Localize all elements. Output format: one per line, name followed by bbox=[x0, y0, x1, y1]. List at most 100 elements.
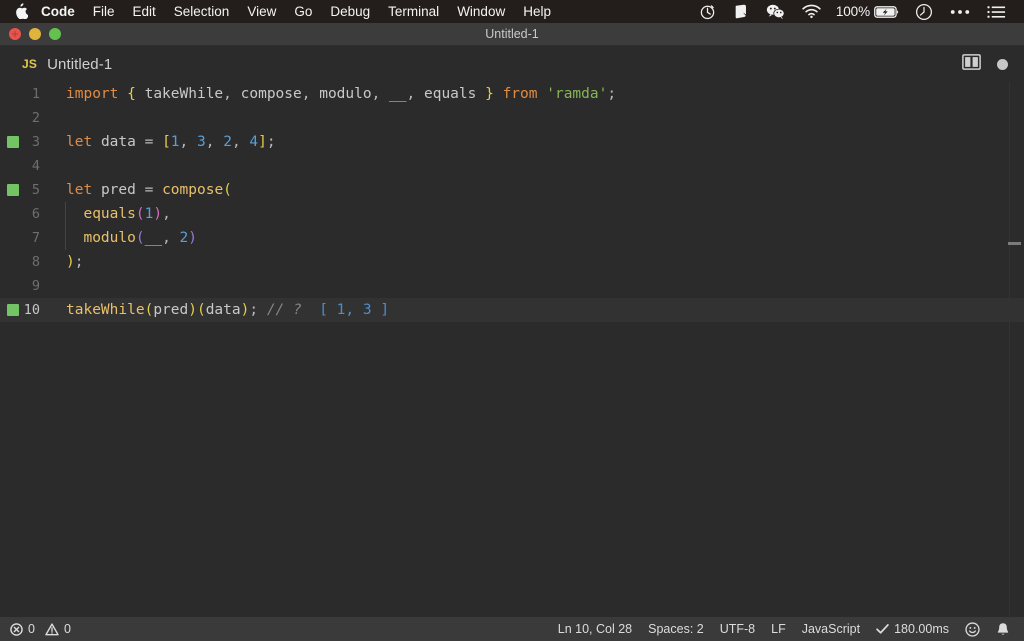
macos-menu-bar: Code File Edit Selection View Go Debug Terminal… bbox=[0, 0, 1024, 23]
editor-actions bbox=[962, 53, 1024, 75]
run-time-status[interactable]: 180.00ms bbox=[868, 617, 957, 641]
tab-untitled-1[interactable]: JS Untitled-1 bbox=[22, 46, 112, 82]
warning-triangle-icon bbox=[45, 622, 59, 636]
code-token: data bbox=[205, 302, 241, 318]
split-editor-icon[interactable] bbox=[962, 53, 981, 75]
shape-icon[interactable] bbox=[725, 0, 757, 23]
problems-status[interactable]: 0 0 bbox=[2, 617, 79, 641]
menu-item-terminal[interactable]: Terminal bbox=[379, 2, 448, 21]
menu-item-selection[interactable]: Selection bbox=[165, 2, 239, 21]
code-token: 1 bbox=[170, 134, 180, 150]
line-number: 1 bbox=[31, 86, 40, 102]
code-token: ( bbox=[223, 182, 232, 198]
feedback-button[interactable] bbox=[957, 617, 988, 641]
timer-icon[interactable] bbox=[691, 0, 724, 23]
language-mode-status[interactable]: JavaScript bbox=[794, 617, 868, 641]
code-token: data bbox=[100, 134, 136, 150]
menu-item-go[interactable]: Go bbox=[285, 2, 321, 21]
gutter-marker-icon[interactable] bbox=[7, 184, 19, 196]
gutter-marker-icon[interactable] bbox=[7, 136, 19, 148]
list-menu-icon[interactable] bbox=[979, 0, 1014, 23]
menu-item-code[interactable]: Code bbox=[32, 2, 84, 21]
line-ending-status[interactable]: LF bbox=[763, 617, 794, 641]
code-token: // ? bbox=[258, 302, 302, 318]
menu-item-view[interactable]: View bbox=[238, 2, 285, 21]
window-titlebar: Untitled-1 bbox=[0, 23, 1024, 46]
code-token: , bbox=[205, 134, 224, 150]
code-line[interactable]: 7 modulo(__, 2) bbox=[0, 226, 1024, 250]
code-token: , bbox=[179, 134, 197, 150]
code-line[interactable]: 5 let pred = compose( bbox=[0, 178, 1024, 202]
code-line[interactable]: 6 equals(1), bbox=[0, 202, 1024, 226]
menu-item-debug[interactable]: Debug bbox=[321, 2, 379, 21]
code-token: = bbox=[135, 182, 163, 198]
code-lines: 1 import { takeWhile, compose, modulo, __… bbox=[0, 82, 1024, 322]
code-token: 2 bbox=[179, 230, 189, 246]
clock-icon[interactable] bbox=[907, 0, 941, 23]
code-token: compose bbox=[231, 86, 302, 102]
code-token: ] bbox=[258, 134, 267, 150]
indentation-status[interactable]: Spaces: 2 bbox=[640, 617, 712, 641]
close-button[interactable] bbox=[9, 28, 21, 40]
wifi-icon[interactable] bbox=[794, 0, 829, 23]
code-line[interactable]: 1 import { takeWhile, compose, modulo, __… bbox=[0, 82, 1024, 106]
code-line[interactable]: 4 bbox=[0, 154, 1024, 178]
menu-item-edit[interactable]: Edit bbox=[124, 2, 165, 21]
indent-guide bbox=[65, 202, 66, 226]
code-token: modulo bbox=[83, 230, 136, 246]
code-token: ( bbox=[144, 302, 154, 318]
error-circle-icon bbox=[10, 622, 23, 636]
scrollbar-thumb[interactable] bbox=[1008, 242, 1021, 245]
code-line[interactable]: 10 takeWhile(pred)(data); // ? [ 1, 3 ] bbox=[0, 298, 1024, 322]
code-token: } bbox=[485, 86, 494, 102]
code-token: ( bbox=[135, 230, 145, 246]
code-token: __ bbox=[380, 86, 407, 102]
code-line[interactable]: 8); bbox=[0, 250, 1024, 274]
battery-percent-label: 100% bbox=[835, 4, 870, 19]
code-token: { bbox=[127, 86, 136, 102]
unsaved-dot-icon[interactable] bbox=[997, 58, 1008, 70]
menu-item-window[interactable]: Window bbox=[448, 2, 514, 21]
error-count: 0 bbox=[28, 622, 35, 636]
line-number: 6 bbox=[31, 206, 40, 222]
zoom-button[interactable] bbox=[49, 28, 61, 40]
code-token: ) bbox=[153, 206, 163, 222]
code-token: , bbox=[162, 230, 180, 246]
code-token: ( bbox=[196, 302, 206, 318]
code-token: [ bbox=[162, 134, 171, 150]
bell-icon bbox=[996, 622, 1010, 637]
notifications-button[interactable] bbox=[988, 617, 1022, 641]
code-line[interactable]: 9 bbox=[0, 274, 1024, 298]
wechat-icon[interactable] bbox=[758, 0, 793, 23]
code-token: pred bbox=[153, 302, 189, 318]
javascript-file-icon: JS bbox=[22, 57, 38, 71]
control-center-icon[interactable] bbox=[942, 0, 978, 23]
menu-bar-items: Code File Edit Selection View Go Debug Terminal… bbox=[32, 2, 560, 21]
menu-item-help[interactable]: Help bbox=[514, 2, 560, 21]
code-line[interactable]: 2 bbox=[0, 106, 1024, 130]
code-content: import { takeWhile, compose, modulo, __,… bbox=[56, 82, 1024, 106]
indent-guide bbox=[65, 226, 66, 250]
battery-charging-icon[interactable] bbox=[874, 0, 906, 23]
cursor-position-status[interactable]: Ln 10, Col 28 bbox=[550, 617, 640, 641]
code-editor[interactable]: 1 import { takeWhile, compose, modulo, __… bbox=[0, 82, 1024, 617]
editor-scrollbar[interactable] bbox=[1008, 82, 1024, 617]
apple-logo-icon[interactable] bbox=[10, 2, 32, 21]
code-token: , bbox=[223, 86, 232, 102]
line-number: 8 bbox=[31, 254, 40, 270]
code-line[interactable]: 3 let data = [1, 3, 2, 4]; bbox=[0, 130, 1024, 154]
menu-item-file[interactable]: File bbox=[84, 2, 124, 21]
code-token: pred bbox=[100, 182, 136, 198]
gutter-marker-icon[interactable] bbox=[7, 304, 19, 316]
code-token: takeWhile bbox=[135, 86, 224, 102]
code-token: modulo bbox=[310, 86, 372, 102]
code-token: 2 bbox=[223, 134, 232, 150]
encoding-status[interactable]: UTF-8 bbox=[712, 617, 763, 641]
code-token: takeWhile bbox=[66, 302, 145, 318]
minimize-button[interactable] bbox=[29, 28, 41, 40]
checkmark-icon bbox=[876, 623, 889, 635]
code-content: ); bbox=[56, 250, 1024, 274]
